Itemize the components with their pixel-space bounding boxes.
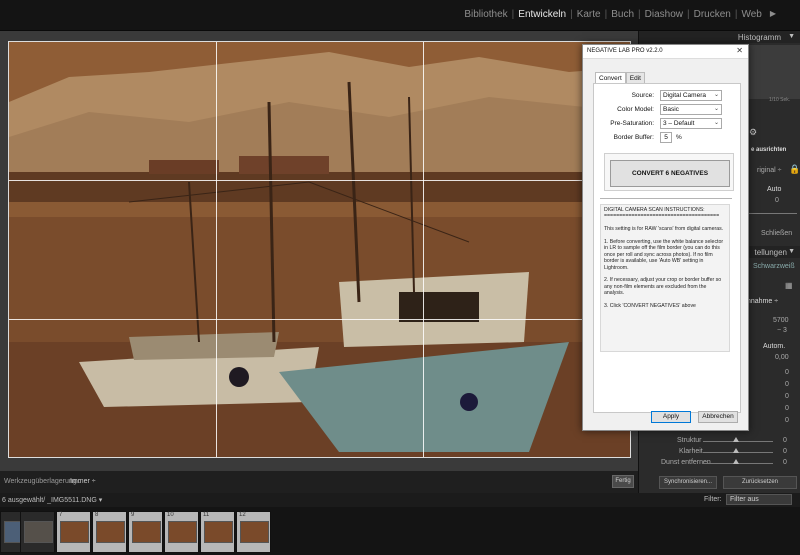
autom-button[interactable]: Autom. [763,343,785,350]
auto-value: 0 [775,197,779,204]
dialog-title: NEGATIVE LAB PRO v2.2.0 [587,48,663,54]
wb-select[interactable]: hnahme ÷ [747,298,778,305]
pre-saturation-select[interactable]: 3 – Default ⌄ [660,118,722,129]
module-library[interactable]: Bibliothek [460,9,511,20]
color-model-label: Color Model: [617,106,654,113]
grid-icon[interactable]: ▦ [785,281,793,290]
filmstrip-thumb[interactable]: 11 [200,511,235,553]
histogram-title: Histogramm [737,33,781,42]
module-map[interactable]: Karte [573,9,605,20]
apply-button[interactable]: Apply [651,411,691,423]
exposure-info: 1/10 Sek. [769,97,791,103]
tint-value: − 3 [777,327,787,334]
tool-overlay-bar: Werkzeugüberlagerung : Immer ÷ Fertig [0,471,638,493]
scan-instructions: DIGITAL CAMERA SCAN INSTRUCTIONS: ======… [600,204,730,352]
source-label: Source: [631,92,654,99]
dialog-titlebar: NEGATIVE LAB PRO v2.2.0 ✕ [583,45,748,59]
panel-toggle-icon[interactable]: ▶ [770,9,776,20]
overlay-select[interactable]: Immer ÷ [70,478,96,485]
module-slideshow[interactable]: Diashow [641,9,687,20]
filmstrip: 7 8 9 10 11 12 [0,507,800,555]
photo-image [9,42,630,457]
selection-info[interactable]: 6 ausgewählt/ _IMG5511.DNG ▾ [2,496,102,504]
close-icon[interactable]: ✕ [736,46,743,55]
tab-edit[interactable]: Edit [625,72,645,83]
auto-align-label[interactable]: e ausrichten [751,147,786,153]
module-picker: Bibliothek | Entwickeln | Karte | Buch | Dia… [460,9,776,20]
close-label[interactable]: Schließen [761,230,792,237]
module-book[interactable]: Buch [607,9,638,20]
pre-saturation-label: Pre-Saturation: [610,120,654,127]
convert-tab-panel: Source: Digital Camera ⌄ Color Model: Bas… [593,83,741,413]
black-white-toggle[interactable]: Schwarzweiß [753,263,795,270]
module-bar: Bibliothek | Entwickeln | Karte | Buch | Dia… [0,0,800,31]
divider [600,198,732,199]
histogram-header[interactable]: Histogramm ▼ [639,31,800,43]
gear-icon[interactable]: ⚙ [749,127,757,138]
module-web[interactable]: Web [737,9,765,20]
done-button[interactable]: Fertig [612,475,634,488]
histogram [743,45,800,99]
filmstrip-thumb[interactable]: 8 [92,511,127,553]
struktur-label: Struktur [677,437,702,444]
cancel-button[interactable]: Abbrechen [698,411,738,423]
filter-label: Filter: [704,496,722,503]
chevron-down-icon: ⌄ [713,106,719,112]
sync-button[interactable]: Synchronisieren... [659,476,717,489]
filmstrip-thumb[interactable] [20,511,55,553]
auto-label[interactable]: Auto [767,186,781,193]
negative-lab-pro-dialog: NEGATIVE LAB PRO v2.2.0 ✕ Convert Edit S… [582,44,749,431]
module-develop[interactable]: Entwickeln [514,9,570,20]
negative-photo[interactable] [8,41,631,458]
klarheit-label: Klarheit [679,448,703,455]
lightroom-window: Bibliothek | Entwickeln | Karte | Buch | Dia… [0,0,800,555]
filmstrip-thumb[interactable]: 12 [236,511,271,553]
crop-grid-line [423,42,424,457]
filmstrip-thumb[interactable]: 7 [56,511,91,553]
photo-viewer [0,31,638,471]
lock-icon[interactable]: 🔒 [789,164,800,175]
chevron-down-icon: ⌄ [713,120,719,126]
filmstrip-thumb[interactable]: 10 [164,511,199,553]
collapse-triangle-icon[interactable]: ▼ [788,248,795,255]
border-buffer-label: Border Buffer: [613,134,654,141]
temp-value: 5700 [773,317,789,324]
border-buffer-input[interactable]: 5 [660,132,672,143]
module-print[interactable]: Drucken [690,9,735,20]
convert-negatives-button[interactable]: CONVERT 6 NEGATIVES [610,160,730,187]
reset-button[interactable]: Zurücksetzen [723,476,797,489]
filmstrip-thumb[interactable]: 9 [128,511,163,553]
source-select[interactable]: Digital Camera ⌄ [660,90,722,101]
crop-grid-line [9,319,630,320]
chevron-down-icon: ⌄ [713,92,719,98]
original-select[interactable]: riginal ÷ [757,167,781,174]
border-buffer-unit: % [676,134,682,141]
exposure-value: 0,00 [775,354,789,361]
convert-box: CONVERT 6 NEGATIVES [604,153,734,191]
crop-grid-line [216,42,217,457]
crop-grid-line [9,180,630,181]
collapse-triangle-icon[interactable]: ▼ [788,33,795,40]
filmstrip-bar: 6 ausgewählt/ _IMG5511.DNG ▾ Filter: Fil… [0,493,800,507]
color-model-select[interactable]: Basic ⌄ [660,104,722,115]
filter-select[interactable]: Filter aus [726,494,792,505]
settings-title: tellungen [754,248,787,257]
